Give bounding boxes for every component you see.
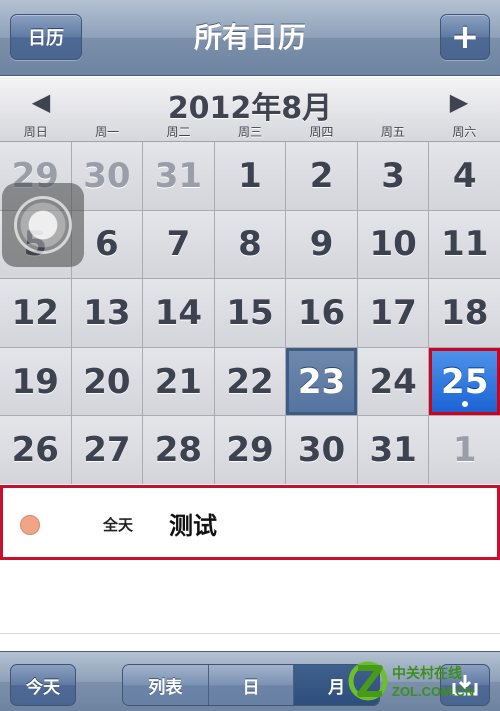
day-number: 1 [238,155,262,196]
nav-bar: 日历 所有日历 + [0,0,500,76]
assistive-touch-icon [14,196,72,254]
day-number: 3 [381,155,405,196]
month-header: ◀ 2012年8月 ▶ 周日 周一 周二 周三 周四 周五 周六 [0,77,500,142]
day-number: 7 [166,224,191,265]
calendar-day-cell[interactable]: 23 [286,347,357,416]
event-time: 全天 [103,516,134,534]
day-number: 13 [83,292,131,333]
weekday-label: 周一 [95,125,120,139]
calendar-day-cell[interactable]: 1 [429,416,500,484]
calendar-day-cell[interactable]: 27 [71,416,143,484]
calendar-day-cell[interactable]: 22 [214,347,286,416]
page-title: 所有日历 [193,21,306,54]
day-number: 22 [226,361,274,402]
day-number: 2 [309,155,334,196]
weekday-label: 周五 [380,125,405,139]
calendar-day-cell[interactable]: 21 [143,347,214,416]
view-segmented-control: 列表 日 月 [122,664,380,706]
calendar-day-cell[interactable]: 4 [429,142,500,210]
calendar-day-cell[interactable]: 7 [143,210,214,279]
day-number: 18 [441,292,489,333]
day-number: 30 [297,430,346,471]
event-row[interactable]: 全天 测试 [0,485,500,560]
event-list: 全天 测试 [0,485,500,650]
day-number: 9 [309,224,334,265]
day-number: 1 [452,430,477,471]
watermark-line2: ZOL.COM.CN [392,684,474,699]
month-title: 2012年8月 [167,91,333,126]
calendar-day-cell[interactable]: 10 [357,210,429,279]
tab-day[interactable]: 日 [208,665,295,705]
day-number: 14 [154,292,203,333]
day-number: 28 [154,430,203,471]
calendar-day-cell[interactable]: 18 [429,279,500,347]
calendar-day-cell[interactable]: 19 [0,347,71,416]
day-number: 23 [297,361,346,402]
calendar-day-cell[interactable]: 3 [357,142,429,210]
day-number: 16 [297,292,346,333]
calendar-day-cell[interactable]: 15 [214,279,286,347]
calendar-day-cell[interactable]: 29 [214,416,286,484]
calendar-day-cell[interactable]: 25 [429,347,500,416]
calendar-day-cell[interactable]: 14 [143,279,214,347]
calendar-color-dot [20,515,40,535]
day-number: 21 [154,361,203,402]
day-number: 4 [452,155,477,196]
day-number: 27 [83,430,131,471]
calendar-day-cell[interactable]: 8 [214,210,286,279]
event-title: 测试 [169,512,217,540]
day-number: 29 [226,430,274,471]
calendar-day-cell[interactable]: 31 [357,416,429,484]
calendar-day-cell[interactable]: 30 [286,416,357,484]
day-number: 20 [83,361,131,402]
weekday-label: 周二 [166,125,191,139]
day-number: 10 [369,224,417,265]
calendar-day-cell[interactable]: 2 [286,142,357,210]
calendar-day-cell[interactable]: 28 [143,416,214,484]
calendar-day-cell[interactable]: 17 [357,279,429,347]
day-number: 25 [441,361,489,402]
calendar-day-cell[interactable]: 11 [429,210,500,279]
calendar-day-cell[interactable]: 13 [71,279,143,347]
assistive-touch-button[interactable] [2,183,84,267]
calendar-day-cell[interactable]: 24 [357,347,429,416]
day-number: 17 [369,292,417,333]
day-number: 8 [238,224,262,265]
watermark-line1: 中关村在线 [392,665,462,681]
divider [0,633,500,634]
zol-watermark-logo: 中关村在线 ZOL.COM.CN [348,661,474,701]
day-number: 26 [11,430,59,471]
day-number: 6 [95,224,119,265]
calendar-day-cell[interactable]: 16 [286,279,357,347]
weekday-label: 周四 [309,125,334,139]
calendar-day-cell[interactable]: 12 [0,279,71,347]
weekday-header: 周日 周一 周二 周三 周四 周五 周六 [0,123,500,141]
day-number: 24 [369,361,417,402]
calendar-day-cell[interactable]: 26 [0,416,71,484]
weekday-label: 周日 [23,125,48,139]
calendar-day-cell[interactable]: 31 [143,142,214,210]
calendar-day-cell[interactable]: 1 [214,142,286,210]
day-number: 31 [369,430,417,471]
day-number: 19 [11,361,59,402]
calendar-day-cell[interactable]: 20 [71,347,143,416]
add-event-button[interactable]: + [440,14,490,60]
day-number: 31 [154,155,203,196]
next-month-icon[interactable]: ▶ [444,87,474,117]
day-number: 15 [226,292,274,333]
weekday-label: 周六 [452,125,477,139]
day-number: 11 [441,224,489,265]
day-number: 30 [83,155,131,196]
weekday-label: 周三 [237,125,262,139]
today-button[interactable]: 今天 [10,664,76,706]
calendar-day-cell[interactable]: 9 [286,210,357,279]
day-number: 12 [11,292,59,333]
tab-list[interactable]: 列表 [123,665,209,705]
event-indicator-dot [461,401,468,408]
